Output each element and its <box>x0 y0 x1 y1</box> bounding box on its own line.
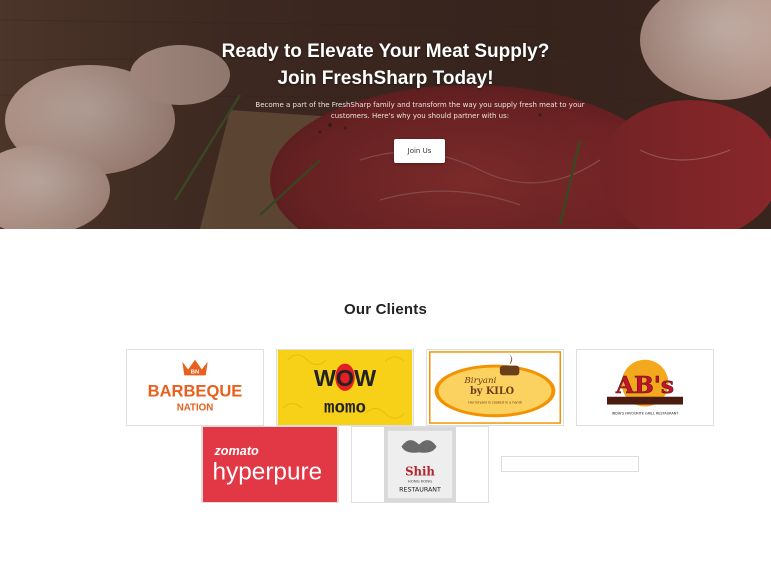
logo-text-line-2: RESTAURANT <box>399 486 441 493</box>
logo-text-line-1: AB's <box>615 371 674 399</box>
hero-content: Ready to Elevate Your Meat Supply? Join … <box>0 0 771 229</box>
join-us-button[interactable]: Join Us <box>394 139 445 163</box>
hero-subtitle: Become a part of the FreshSharp family a… <box>255 101 585 120</box>
shih-restaurant-logo: Shih HONG KONG RESTAURANT <box>383 427 457 502</box>
logo-text-line-1: zomato <box>213 444 259 458</box>
logo-text-line-1: BARBEQUE <box>148 382 243 401</box>
hero-title-line-2: Join FreshSharp Today! <box>277 68 494 89</box>
logo-tagline: INDIA'S FAVOURITE GRILL RESTAURANT <box>612 411 680 415</box>
client-logo-zomato-hyperpure[interactable]: zomato hyperpure <box>201 426 339 503</box>
client-logo-biryani-by-kilo[interactable]: Biryani by KILO Har biryani is cooked in… <box>426 349 564 426</box>
logo-text-line-2: momo <box>324 398 366 418</box>
barbeque-nation-logo: BN BARBEQUE NATION <box>148 359 243 413</box>
logo-tagline: Har biryani is cooked in a handi <box>468 401 522 405</box>
client-logo-placeholder <box>501 456 639 472</box>
biryani-by-kilo-logo: Biryani by KILO Har biryani is cooked in… <box>429 351 561 424</box>
logo-text-line-1: WOW <box>314 365 377 391</box>
client-logo-abs[interactable]: AB's INDIA'S FAVOURITE GRILL RESTAURANT <box>576 349 714 426</box>
abs-logo: AB's INDIA'S FAVOURITE GRILL RESTAURANT <box>607 359 683 415</box>
clients-section-title: Our Clients <box>343 301 428 318</box>
zomato-hyperpure-logo: zomato hyperpure <box>202 427 338 502</box>
logo-text-line-1: Shih <box>405 465 435 479</box>
logo-badge-text: BN <box>191 369 199 375</box>
hero-banner: Ready to Elevate Your Meat Supply? Join … <box>0 0 771 229</box>
logo-text-line-2: hyperpure <box>213 459 323 486</box>
logo-text-line-2: NATION <box>177 402 214 413</box>
wow-momo-logo: WOW momo <box>277 350 413 425</box>
hero-title-line-1: Ready to Elevate Your Meat Supply? <box>221 41 550 62</box>
logo-text-line-2: by KILO <box>470 386 515 397</box>
client-logo-barbeque-nation[interactable]: BN BARBEQUE NATION <box>126 349 264 426</box>
client-logo-wow-momo[interactable]: WOW momo <box>276 349 414 426</box>
logo-sub-text: HONG KONG <box>408 479 432 484</box>
logo-text-line-1: Biryani <box>463 376 496 386</box>
client-logo-shih-restaurant[interactable]: Shih HONG KONG RESTAURANT <box>351 426 489 503</box>
hero-title: Ready to Elevate Your Meat Supply? Join … <box>0 38 771 92</box>
